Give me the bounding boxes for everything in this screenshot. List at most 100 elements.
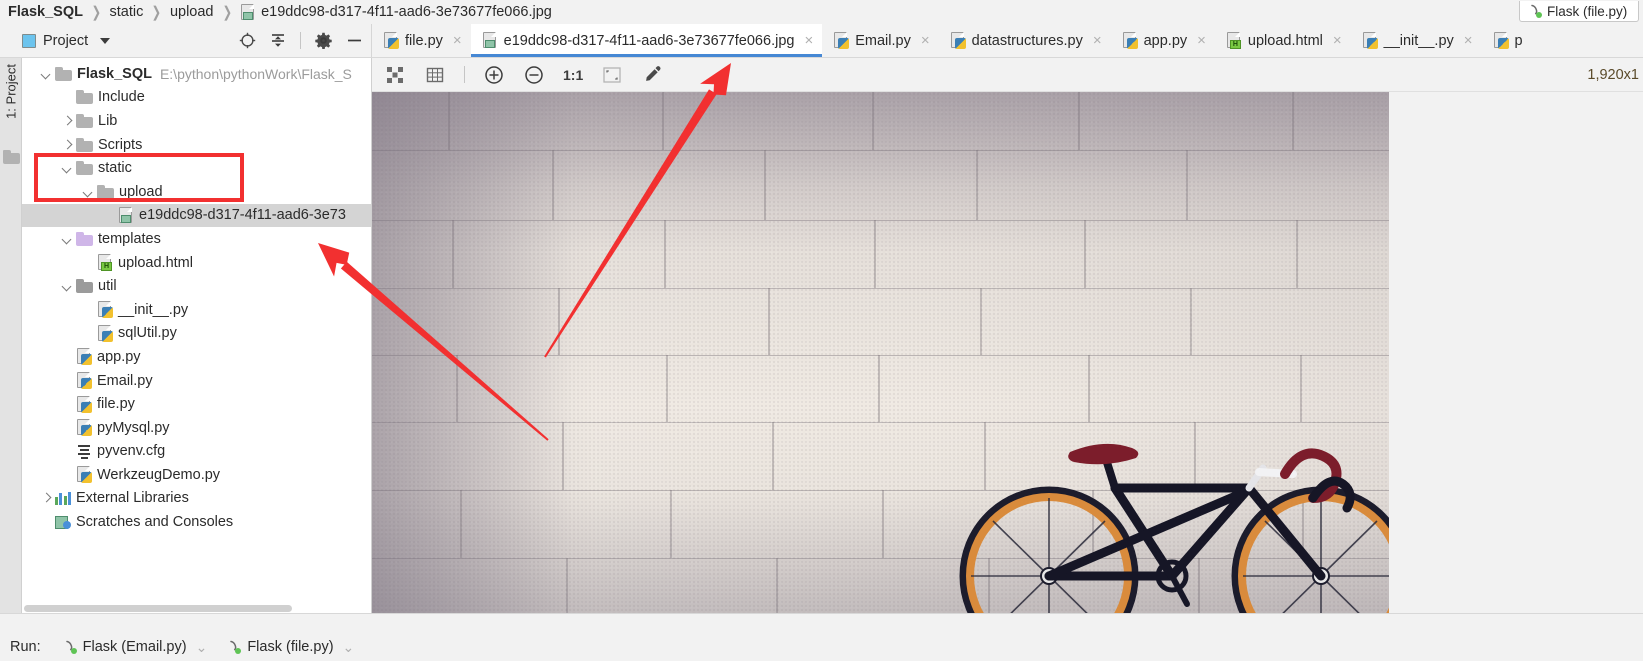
- tree-node-label: Flask_SQL: [77, 65, 152, 82]
- editor-tab-app-py[interactable]: app.py ×: [1111, 24, 1215, 57]
- zoom-in-icon[interactable]: [483, 64, 505, 86]
- tree-node-email-py[interactable]: Email.py: [22, 369, 371, 393]
- settings-gear-icon[interactable]: [314, 32, 332, 50]
- chevron-right-icon[interactable]: [61, 115, 73, 127]
- tree-node-templates[interactable]: templates: [22, 227, 371, 251]
- python-file-icon: [76, 419, 92, 437]
- run-tab-file[interactable]: Flask (file.py) ⌄: [217, 639, 364, 656]
- tree-node-init-py[interactable]: __init__.py: [22, 298, 371, 322]
- tree-node-werkzeugdemo-py[interactable]: WerkzeugDemo.py: [22, 463, 371, 487]
- locate-icon[interactable]: [238, 32, 256, 50]
- project-tree: Flask_SQL E:\python\pythonWork\Flask_S Inc…: [22, 58, 371, 534]
- run-configuration-chip[interactable]: Flask (file.py): [1519, 1, 1639, 22]
- breadcrumb-item-file[interactable]: e19ddc98-d317-4f11-aad6-3e73677fe066.jpg: [240, 3, 552, 21]
- project-tree-panel[interactable]: Flask_SQL E:\python\pythonWork\Flask_S Inc…: [22, 58, 372, 613]
- tree-node-include[interactable]: Include: [22, 86, 371, 110]
- tree-node-app-py[interactable]: app.py: [22, 345, 371, 369]
- editor-tab-file-py[interactable]: file.py ×: [372, 24, 471, 57]
- tree-node-flask-sql[interactable]: Flask_SQL E:\python\pythonWork\Flask_S: [22, 62, 371, 86]
- color-picker-icon[interactable]: [641, 64, 663, 86]
- flask-run-icon: [227, 640, 242, 654]
- tab-label: app.py: [1143, 32, 1188, 49]
- chevron-down-icon[interactable]: [82, 186, 94, 198]
- tree-node-scripts[interactable]: Scripts: [22, 133, 371, 157]
- breadcrumb-separator: ❯: [91, 4, 101, 21]
- folder-icon: [76, 90, 93, 105]
- project-panel-title-button[interactable]: Project: [22, 33, 111, 49]
- python-file-icon: [76, 395, 92, 413]
- chevron-right-icon[interactable]: [61, 139, 73, 151]
- chevron-down-icon[interactable]: [61, 233, 73, 245]
- tab-label: p: [1514, 32, 1523, 49]
- collapse-all-icon[interactable]: [269, 32, 287, 50]
- tree-node-upload[interactable]: upload: [22, 180, 371, 204]
- html-file-icon: H: [1226, 32, 1242, 49]
- editor-tab-datastructures-py[interactable]: datastructures.py ×: [939, 24, 1111, 57]
- editor-tab-upload-html[interactable]: H upload.html ×: [1215, 24, 1351, 57]
- chevron-down-icon[interactable]: [61, 280, 73, 292]
- tree-node-label: upload.html: [118, 254, 193, 271]
- tree-node-label: Lib: [98, 112, 118, 129]
- editor-tab-email-py[interactable]: Email.py ×: [822, 24, 938, 57]
- tab-close-icon[interactable]: ×: [1093, 33, 1102, 48]
- tab-close-icon[interactable]: ×: [1464, 33, 1473, 48]
- tab-close-icon[interactable]: ×: [804, 33, 813, 48]
- python-file-icon: [1493, 32, 1509, 49]
- pycharm-window: Flask_SQL ❯ static ❯ upload ❯ e19ddc98-d…: [0, 0, 1643, 661]
- toolbar-divider: [464, 66, 465, 83]
- actual-size-icon[interactable]: 1:1: [563, 64, 583, 86]
- tab-label: file.py: [405, 32, 443, 49]
- breadcrumb-item-static[interactable]: static: [110, 4, 144, 20]
- tree-node-static[interactable]: static: [22, 156, 371, 180]
- tab-close-icon[interactable]: ×: [1333, 33, 1342, 48]
- tree-node-pymysql-py[interactable]: pyMysql.py: [22, 416, 371, 440]
- project-panel-hscrollbar[interactable]: [22, 603, 371, 613]
- tree-node-external-libraries[interactable]: External Libraries: [22, 487, 371, 511]
- fit-to-screen-icon[interactable]: [601, 64, 623, 86]
- editor-tab-partial[interactable]: p: [1482, 24, 1532, 57]
- chevron-down-icon[interactable]: [61, 162, 73, 174]
- chevron-down-icon[interactable]: ⌄: [343, 639, 355, 656]
- tree-node-scratches-and-consoles[interactable]: Scratches and Consoles: [22, 510, 371, 534]
- chevron-right-icon[interactable]: [40, 492, 52, 504]
- tree-node-upload-html[interactable]: Hupload.html: [22, 251, 371, 275]
- python-file-icon: [1122, 32, 1138, 49]
- tree-node-pyvenv-cfg[interactable]: pyvenv.cfg: [22, 440, 371, 464]
- tree-node-file-py[interactable]: file.py: [22, 392, 371, 416]
- run-tab-email[interactable]: Flask (Email.py) ⌄: [53, 639, 218, 656]
- tree-node-sqlutil-py[interactable]: sqlUtil.py: [22, 322, 371, 346]
- tab-close-icon[interactable]: ×: [453, 33, 462, 48]
- breadcrumb: Flask_SQL ❯ static ❯ upload ❯ e19ddc98-d…: [0, 0, 1643, 24]
- chevron-down-icon[interactable]: [40, 68, 52, 80]
- tree-node-lib[interactable]: Lib: [22, 109, 371, 133]
- transparency-chessboard-icon[interactable]: [384, 64, 406, 86]
- tree-node-util[interactable]: util: [22, 274, 371, 298]
- folder-icon: [76, 113, 93, 128]
- tab-close-icon[interactable]: ×: [921, 33, 930, 48]
- tree-node-e19ddc98-d317-4f11-aad6-3e73[interactable]: e19ddc98-d317-4f11-aad6-3e73: [22, 203, 371, 228]
- chevron-down-icon[interactable]: [100, 37, 111, 44]
- python-file-icon: [97, 324, 113, 342]
- tab-close-icon[interactable]: ×: [1197, 33, 1206, 48]
- zoom-out-icon[interactable]: [523, 64, 545, 86]
- project-panel-icon: [22, 33, 36, 48]
- hide-panel-icon[interactable]: [345, 32, 363, 50]
- breadcrumb-separator: ❯: [222, 4, 232, 21]
- editor-tabs: file.py × e19ddc98-d317-4f11-aad6-3e7367…: [372, 24, 1643, 57]
- breadcrumb-item-upload[interactable]: upload: [170, 4, 214, 20]
- chevron-down-icon[interactable]: ⌄: [196, 639, 208, 656]
- grid-icon[interactable]: [424, 64, 446, 86]
- editor-tab-init-py[interactable]: __init__.py ×: [1351, 24, 1482, 57]
- editor-tab-image[interactable]: e19ddc98-d317-4f11-aad6-3e73677fe066.jpg…: [470, 24, 823, 57]
- breadcrumb-label: static: [109, 4, 144, 20]
- sidebar-item-project[interactable]: 1: Project: [3, 64, 18, 119]
- image-canvas[interactable]: [372, 92, 1643, 613]
- python-file-icon: [950, 32, 966, 49]
- breadcrumb-item-project[interactable]: Flask_SQL: [8, 4, 83, 20]
- main-area: 1: Project Flask_SQL E:\python\pythonWork…: [0, 58, 1643, 613]
